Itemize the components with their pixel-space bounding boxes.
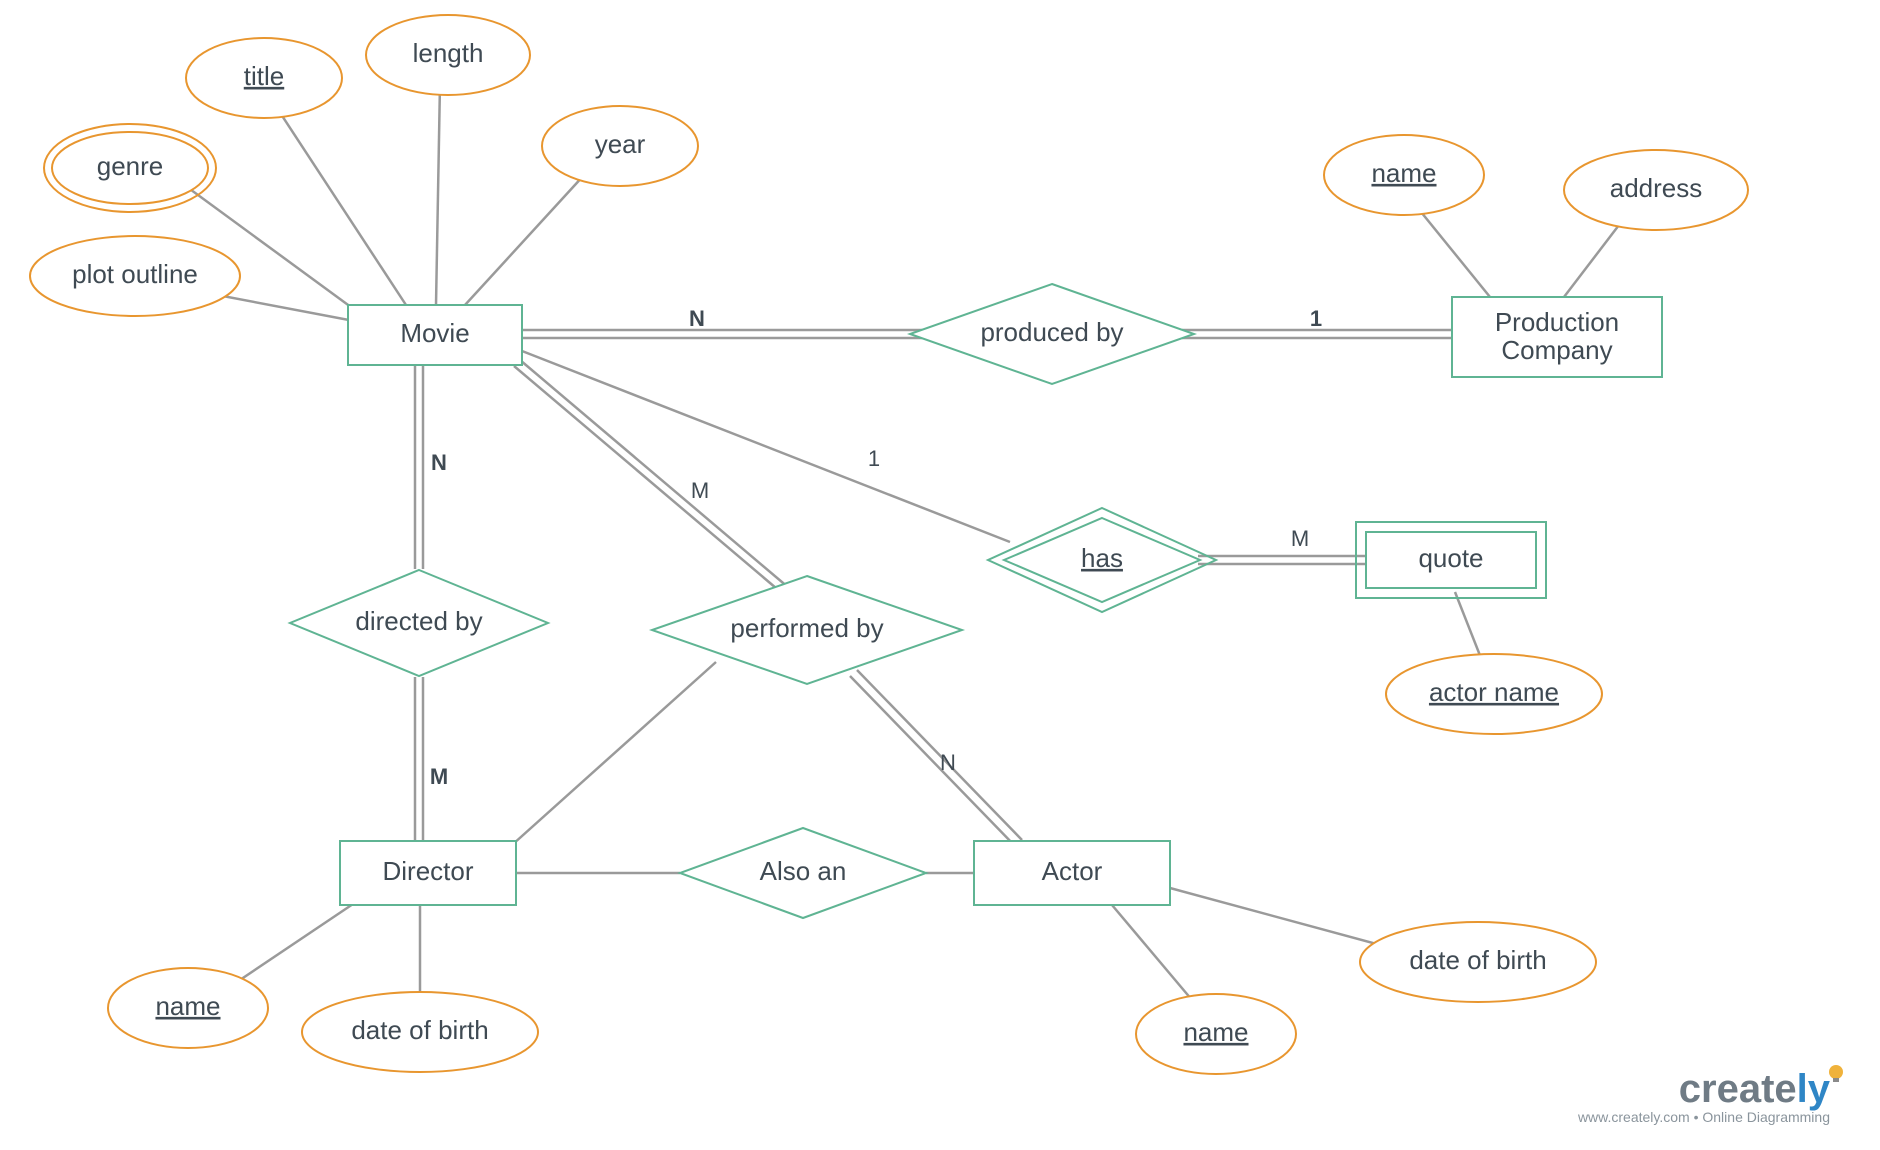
card-movie-directedby: N [431, 450, 447, 475]
svg-text:produced by: produced by [980, 317, 1123, 347]
rel-performed-by: performed by [652, 576, 962, 684]
card-movie-performedby: M [691, 478, 709, 503]
svg-text:length: length [413, 38, 484, 68]
edge-quote-actorname [1455, 592, 1481, 658]
edge-length-movie [436, 83, 440, 305]
svg-text:address: address [1610, 173, 1703, 203]
edge-movie-producedby [522, 330, 924, 338]
entity-quote: quote [1356, 522, 1546, 598]
edge-performedby-actor [850, 670, 1022, 846]
svg-text:name: name [155, 991, 220, 1021]
edge-directedby-director [415, 677, 423, 841]
card-pc-producedby: 1 [1310, 306, 1322, 331]
card-movie-producedby: N [689, 306, 705, 331]
svg-text:date of birth: date of birth [351, 1015, 488, 1045]
edge-movie-performedby [514, 360, 789, 594]
entity-actor: Actor [974, 841, 1170, 905]
edge-actor-name [1112, 905, 1192, 1000]
edge-director-name [228, 904, 353, 988]
card-actor-performedby: N [940, 750, 956, 775]
svg-text:Movie: Movie [400, 318, 469, 348]
rel-produced-by: produced by [910, 284, 1194, 384]
attr-plot-outline: plot outline [30, 236, 240, 316]
svg-text:quote: quote [1418, 543, 1483, 573]
svg-text:creately: creately [1679, 1067, 1831, 1111]
svg-text:name: name [1183, 1017, 1248, 1047]
entity-movie: Movie [348, 305, 522, 365]
svg-text:Actor: Actor [1042, 856, 1103, 886]
svg-text:directed by: directed by [355, 606, 482, 636]
svg-text:Production: Production [1495, 307, 1619, 337]
rel-directed-by: directed by [290, 570, 548, 676]
attr-length: length [366, 15, 530, 95]
edge-actor-dob [1170, 888, 1406, 952]
svg-text:performed by: performed by [730, 613, 883, 643]
edge-has-quote [1198, 556, 1366, 564]
er-diagram-canvas: N 1 N M M N 1 M genre [0, 0, 1880, 1150]
attr-quote-actor-name: actor name [1386, 654, 1602, 734]
edge-producedby-pc [1182, 330, 1452, 338]
attr-year: year [542, 106, 698, 186]
svg-text:date of birth: date of birth [1409, 945, 1546, 975]
edge-movie-has [522, 351, 1010, 542]
attr-pc-name: name [1324, 135, 1484, 215]
edge-title-movie [275, 105, 406, 305]
card-director-directedby: M [430, 764, 448, 789]
svg-text:plot outline: plot outline [72, 259, 198, 289]
svg-text:Director: Director [382, 856, 473, 886]
svg-text:year: year [595, 129, 646, 159]
attr-director-name: name [108, 968, 268, 1048]
svg-text:name: name [1371, 158, 1436, 188]
rel-has: has [988, 508, 1216, 612]
edge-movie-directedby [415, 365, 423, 569]
entity-director: Director [340, 841, 516, 905]
attr-pc-address: address [1564, 150, 1748, 230]
creately-logo: creately www.creately.com • Online Diagr… [1577, 1065, 1843, 1125]
svg-text:has: has [1081, 543, 1123, 573]
attr-genre: genre [44, 124, 216, 212]
svg-text:title: title [244, 61, 284, 91]
edge-year-movie [465, 162, 596, 305]
attr-title: title [186, 38, 342, 118]
svg-text:actor name: actor name [1429, 677, 1559, 707]
svg-text:genre: genre [97, 151, 164, 181]
creately-tagline: www.creately.com • Online Diagramming [1577, 1109, 1830, 1125]
svg-text:Also an: Also an [760, 856, 847, 886]
attr-actor-name: name [1136, 994, 1296, 1074]
card-movie-has: 1 [868, 446, 880, 471]
attr-actor-dob: date of birth [1360, 922, 1596, 1002]
svg-text:Company: Company [1501, 335, 1612, 365]
attr-director-dob: date of birth [302, 992, 538, 1072]
edge-performedby-director [512, 662, 716, 845]
entity-production-company: Production Company [1452, 297, 1662, 377]
rel-also-an: Also an [680, 828, 926, 918]
card-quote-has: M [1291, 526, 1309, 551]
